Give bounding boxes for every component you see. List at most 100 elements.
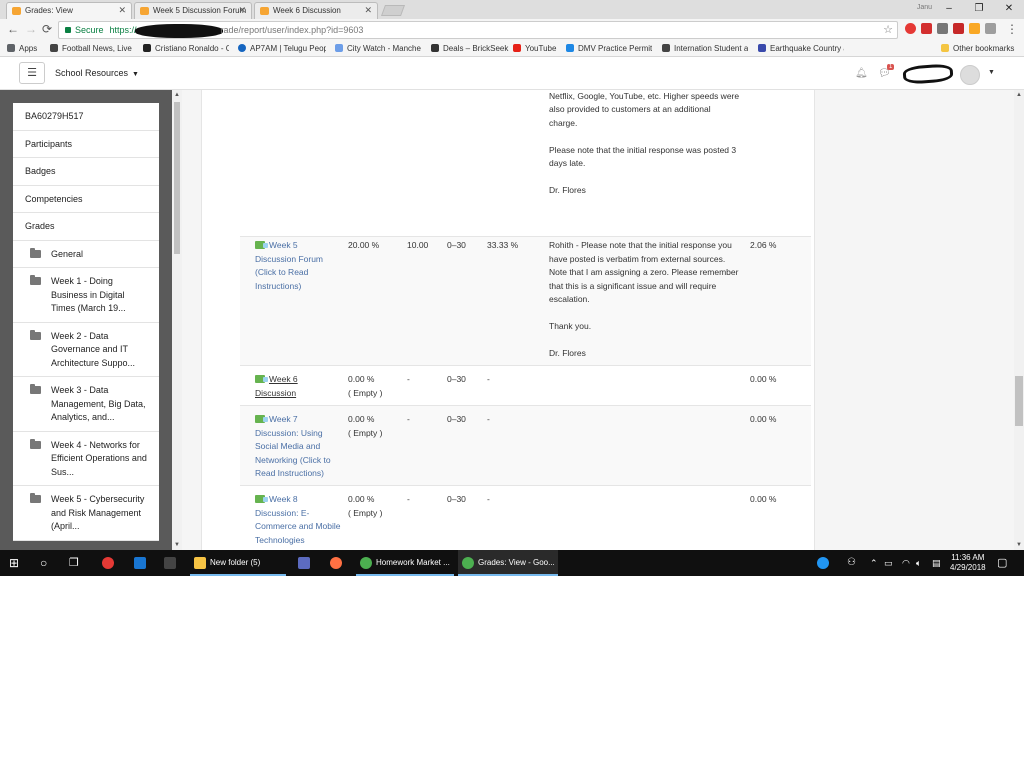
drawer-scrollbar[interactable]: ▲ ▼ — [172, 90, 182, 550]
feedback-paragraph: Thank you. — [549, 321, 592, 331]
table-row: Week 8 Discussion: E-Commerce and Mobile… — [240, 485, 811, 550]
drawer-section-general[interactable]: General — [13, 241, 159, 268]
forward-arrow-icon[interactable]: → — [25, 22, 37, 36]
volume-icon[interactable]: 🔈︎ — [916, 550, 921, 576]
address-bar[interactable]: Secure https:// rade/report/user/index.php… — [58, 21, 898, 39]
profile-name[interactable]: Janu — [917, 4, 932, 11]
minimize-button[interactable]: – — [934, 0, 964, 19]
adblock-extension-icon[interactable] — [921, 23, 932, 34]
weight-cell: 20.00 % — [348, 240, 380, 250]
bookmark-label: Internation Student a — [674, 44, 748, 53]
back-arrow-icon[interactable]: ← — [7, 22, 19, 36]
grade-item-link-week5[interactable]: Week 5 Discussion Forum (Click to Read I… — [255, 239, 341, 293]
drawer-section-week2[interactable]: Week 2 - Data Governance and IT Architec… — [13, 323, 159, 377]
scroll-down-icon[interactable]: ▼ — [1016, 542, 1022, 548]
page-scroll-thumb[interactable] — [1015, 376, 1023, 426]
help-icon[interactable] — [817, 557, 829, 569]
bookmark-ap7am[interactable]: AP7AM | Telugu Peop — [238, 44, 326, 53]
drawer-item-participants[interactable]: Participants — [13, 131, 159, 158]
bookmark-earthquake-country[interactable]: Earthquake Country a — [758, 44, 844, 53]
drawer-item-badges[interactable]: Badges — [13, 158, 159, 186]
show-hidden-icons-icon[interactable]: ⌃ — [870, 550, 878, 576]
opera-taskbar-icon[interactable] — [102, 557, 114, 569]
moodle-favicon-icon — [140, 7, 149, 15]
bookmark-youtube[interactable]: YouTube — [513, 44, 563, 53]
taskbar-app-grades-view[interactable]: Grades: View - Goo... — [458, 550, 558, 576]
url-scheme: https:// — [109, 25, 137, 35]
scroll-down-icon[interactable]: ▼ — [174, 542, 180, 548]
scroll-up-icon[interactable]: ▲ — [174, 92, 180, 98]
battery-icon[interactable]: ▭ — [884, 550, 893, 576]
section-label: Week 2 - Data Governance and IT Architec… — [51, 330, 136, 368]
drawer-section-week3[interactable]: Week 3 - Data Management, Big Data, Anal… — [13, 377, 159, 432]
bookmark-brickseek[interactable]: Deals – BrickSeek — [431, 44, 511, 53]
notification-bell-icon[interactable]: 🔔︎ — [855, 68, 868, 79]
tab-week5-discussion[interactable]: Week 5 Discussion Forum ✕ — [134, 2, 252, 19]
close-tab-icon[interactable]: ✕ — [364, 5, 372, 16]
extension-icon[interactable] — [937, 23, 948, 34]
grade-item-link-week8[interactable]: Week 8 Discussion: E-Commerce and Mobile… — [255, 493, 341, 547]
drawer-section-week4[interactable]: Week 4 - Networks for Efficient Operatio… — [13, 432, 159, 486]
bookmark-other[interactable]: Other bookmarks — [941, 44, 1021, 53]
terminal-taskbar-icon[interactable] — [164, 557, 176, 569]
outlook-taskbar-icon[interactable] — [134, 557, 146, 569]
network-app-taskbar-icon[interactable] — [298, 557, 310, 569]
message-count-badge: 1 — [887, 64, 895, 70]
user-avatar[interactable] — [960, 65, 980, 85]
tab-grades-view[interactable]: Grades: View ✕ — [6, 2, 132, 19]
bookmark-international-student[interactable]: Internation Student a — [662, 44, 748, 53]
drawer-section-week1[interactable]: Week 1 - Doing Business in Digital Times… — [13, 268, 159, 323]
page-scrollbar[interactable]: ▲ ▼ — [1014, 90, 1024, 550]
firefox-taskbar-icon[interactable] — [330, 557, 342, 569]
secure-label: Secure — [75, 25, 104, 35]
wifi-icon[interactable]: ◠ — [902, 550, 910, 576]
bookmark-football-news[interactable]: Football News, Live S — [50, 44, 134, 53]
taskbar-clock[interactable]: 11:36 AM 4/29/2018 — [950, 553, 986, 573]
scroll-up-icon[interactable]: ▲ — [1016, 92, 1022, 98]
grade-item-link-week6[interactable]: Week 6 Discussion — [255, 373, 341, 400]
new-tab-button[interactable] — [380, 5, 406, 16]
drawer-item-course[interactable]: BA60279H517 — [13, 103, 159, 131]
drawer-scroll-thumb[interactable] — [174, 102, 180, 254]
bookmark-apps[interactable]: Apps — [7, 44, 47, 53]
download-extension-icon[interactable] — [985, 23, 996, 34]
bookmark-star-icon[interactable]: ☆ — [883, 22, 893, 38]
bookmark-dmv-practice[interactable]: DMV Practice Permit — [566, 44, 652, 53]
taskbar-app-homework-market[interactable]: Homework Market ... — [356, 550, 454, 576]
task-view-icon[interactable]: ❐ — [69, 550, 79, 576]
extension-icon[interactable] — [969, 23, 980, 34]
people-icon[interactable]: ⚇ — [847, 550, 856, 576]
drawer-section-week5[interactable]: Week 5 - Cybersecurity and Risk Manageme… — [13, 486, 159, 541]
grade-item-link-week7[interactable]: Week 7 Discussion: Using Social Media an… — [255, 413, 341, 481]
taskbar-app-label: Grades: View - Goo... — [478, 558, 555, 567]
windows-start-icon[interactable]: ⊞ — [9, 550, 19, 576]
user-menu-caret-icon[interactable]: ▼ — [988, 69, 995, 76]
action-center-icon[interactable]: ▢ — [997, 550, 1007, 576]
drawer-toggle-button[interactable]: ☰ — [19, 62, 45, 84]
bookmark-city-watch[interactable]: City Watch - Manche — [335, 44, 421, 53]
weight-empty-note: ( Empty ) — [348, 427, 383, 438]
search-icon[interactable]: ○ — [40, 550, 47, 576]
bookmark-label: Apps — [19, 44, 38, 53]
keyboard-icon[interactable]: ▤ — [932, 550, 941, 576]
forum-icon — [255, 415, 268, 423]
chrome-menu-icon[interactable]: ⋮ — [1006, 22, 1018, 36]
lock-icon — [65, 27, 71, 33]
school-resources-menu[interactable]: School Resources ▼ — [55, 68, 139, 78]
tab-label: Grades: View — [25, 6, 73, 15]
close-tab-icon[interactable]: ✕ — [238, 5, 246, 16]
tab-week6-discussion[interactable]: Week 6 Discussion ✕ — [254, 2, 378, 19]
section-label: Week 3 - Data Management, Big Data, Anal… — [51, 385, 146, 422]
close-tab-icon[interactable]: ✕ — [118, 5, 126, 16]
drawer-item-competencies[interactable]: Competencies — [13, 186, 159, 213]
reload-icon[interactable]: ⟳ — [42, 22, 52, 36]
maximize-button[interactable]: ❐ — [964, 0, 994, 19]
close-window-button[interactable]: ✕ — [994, 0, 1024, 19]
menu-label: School Resources — [55, 68, 129, 78]
site-navbar: ☰ School Resources ▼ 🔔︎ 💬︎ 1 ▼ — [0, 57, 1024, 90]
opera-extension-icon[interactable] — [905, 23, 916, 34]
extension-icon[interactable] — [953, 23, 964, 34]
drawer-item-grades[interactable]: Grades — [13, 213, 159, 241]
bookmark-cristiano-ronaldo[interactable]: Cristiano Ronaldo - C — [143, 44, 229, 53]
taskbar-app-new-folder[interactable]: New folder (5) — [190, 550, 286, 576]
